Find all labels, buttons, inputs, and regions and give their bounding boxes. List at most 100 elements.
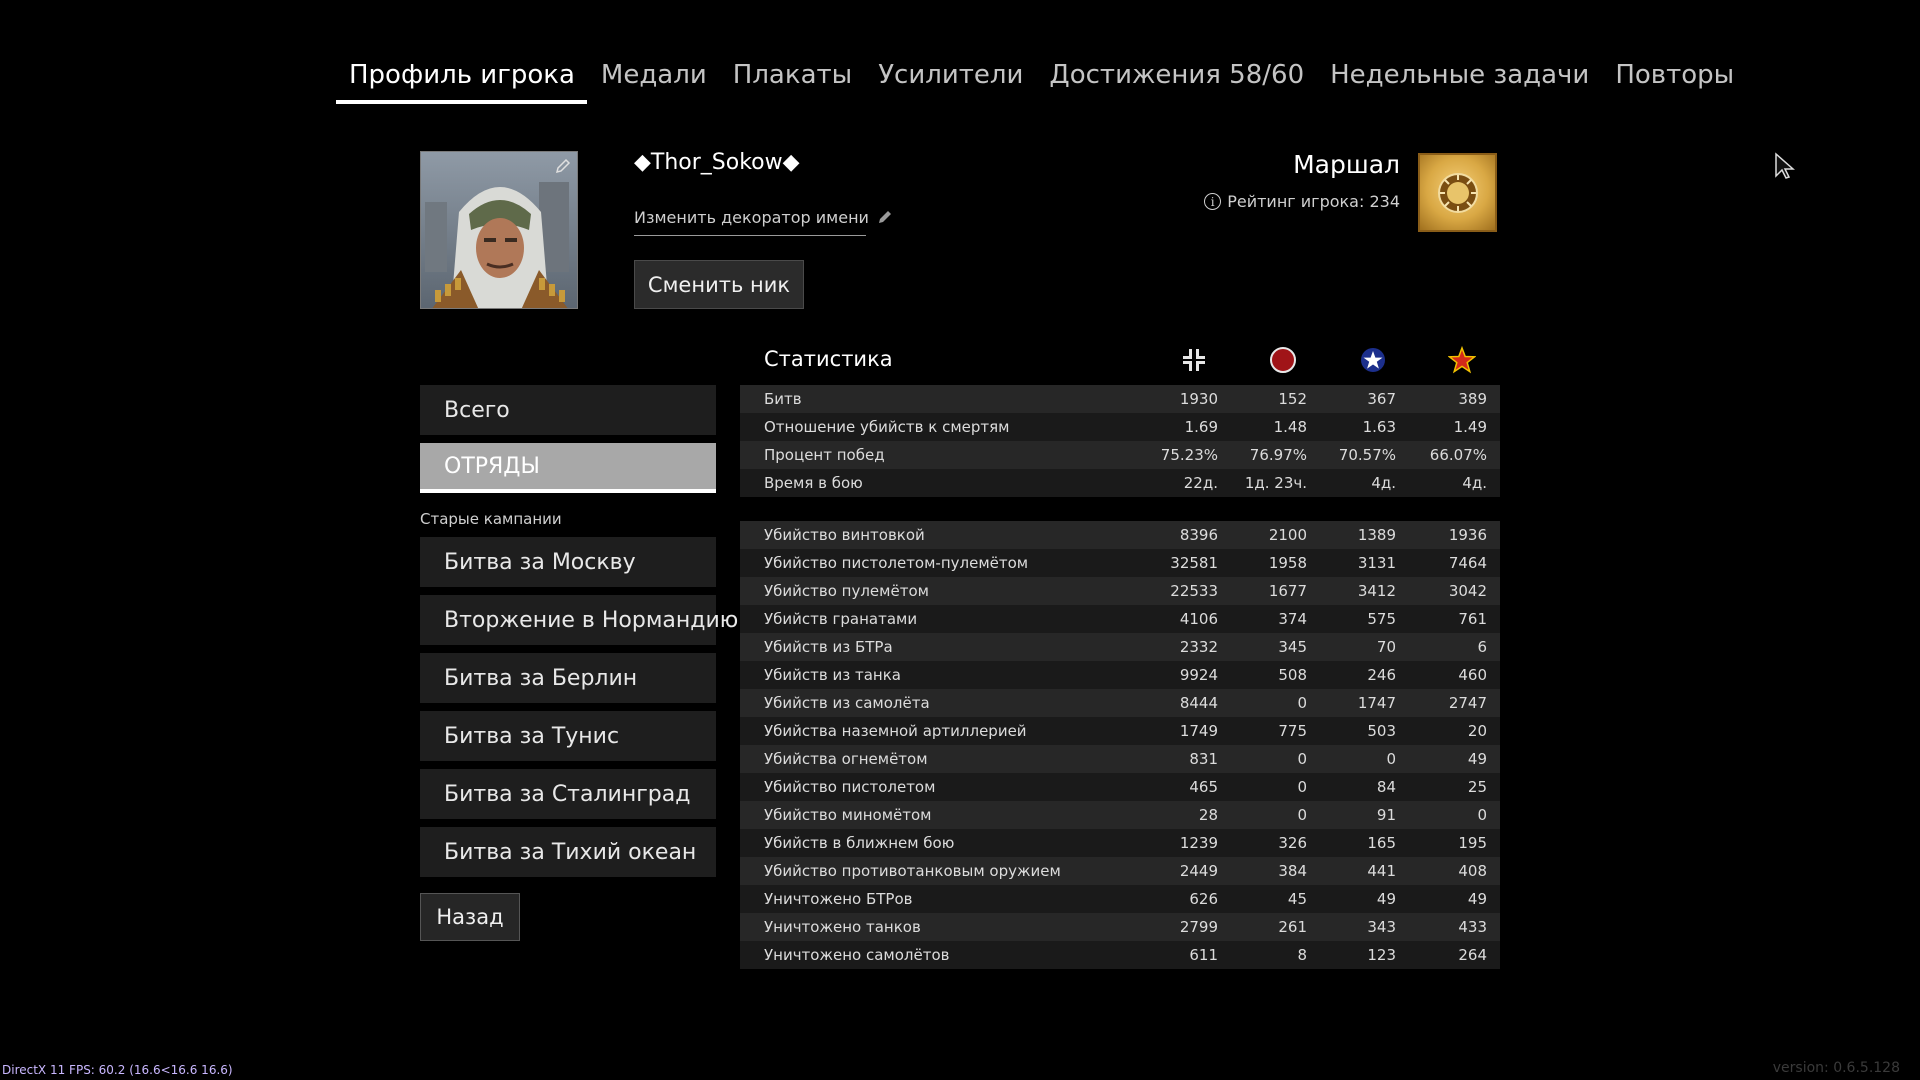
stat-value: 165	[1367, 834, 1396, 852]
change-name-decorator-link[interactable]: Изменить декоратор имени	[634, 208, 891, 236]
stat-value: 0	[1297, 750, 1307, 768]
menu-campaign-berlin[interactable]: Битва за Берлин	[420, 653, 716, 703]
player-rating: i Рейтинг игрока: 234	[1204, 192, 1400, 211]
stat-value: 626	[1189, 890, 1218, 908]
version-label: version: 0.6.5.128	[1772, 1060, 1900, 1076]
stat-value: 6	[1477, 638, 1487, 656]
stat-value: 761	[1458, 610, 1487, 628]
avatar[interactable]	[420, 151, 578, 309]
stat-value: 4д.	[1462, 474, 1487, 492]
stat-value: 0	[1386, 750, 1396, 768]
stat-value: 66.07%	[1429, 446, 1487, 464]
stat-value: 28	[1198, 806, 1218, 824]
stat-value: 503	[1367, 722, 1396, 740]
stat-value: 22д.	[1183, 474, 1218, 492]
stat-value: 261	[1278, 918, 1307, 936]
menu-total[interactable]: Всего	[420, 385, 716, 435]
table-row: Убийства огнемётом 831 0 0 49	[740, 745, 1500, 773]
stat-label: Убийство винтовкой	[764, 526, 925, 544]
stat-value: 25	[1467, 778, 1487, 796]
stat-value: 1239	[1179, 834, 1218, 852]
stat-value: 8444	[1179, 694, 1218, 712]
stat-value: 2747	[1448, 694, 1487, 712]
tab-boosters[interactable]: Усилители	[865, 52, 1035, 104]
stat-value: 3042	[1448, 582, 1487, 600]
general-stats-table: Битв 1930 152 367 389 Отношение убийств …	[740, 385, 1500, 497]
stat-value: 0	[1297, 694, 1307, 712]
stat-value: 7464	[1448, 554, 1487, 572]
stat-value: 460	[1458, 666, 1487, 684]
table-row: Убийств гранатами 4106 374 575 761	[740, 605, 1500, 633]
stat-value: 8396	[1179, 526, 1218, 544]
table-row: Убийств из самолёта 8444 0 1747 2747	[740, 689, 1500, 717]
menu-campaign-pacific[interactable]: Битва за Тихий океан	[420, 827, 716, 877]
menu-campaign-moscow[interactable]: Битва за Москву	[420, 537, 716, 587]
tab-weekly-tasks[interactable]: Недельные задачи	[1317, 52, 1601, 104]
stat-value: 3412	[1357, 582, 1396, 600]
stat-label: Время в бою	[764, 474, 863, 492]
back-button[interactable]: Назад	[420, 893, 520, 941]
stat-value: 70	[1376, 638, 1396, 656]
stat-value: 367	[1367, 390, 1396, 408]
stat-value: 343	[1367, 918, 1396, 936]
kills-stats-table: Убийство винтовкой 8396 2100 1389 1936 У…	[740, 521, 1500, 969]
stat-value: 45	[1287, 890, 1307, 908]
soldier-portrait	[421, 152, 577, 308]
stat-value: 1д. 23ч.	[1244, 474, 1307, 492]
stat-value: 465	[1189, 778, 1218, 796]
stat-label: Убийство пистолетом	[764, 778, 936, 796]
stat-label: Убийство пулемётом	[764, 582, 929, 600]
stat-label: Убийства огнемётом	[764, 750, 928, 768]
table-row: Убийств из танка 9924 508 246 460	[740, 661, 1500, 689]
stat-value: 152	[1278, 390, 1307, 408]
menu-campaign-normandy[interactable]: Вторжение в Нормандию	[420, 595, 738, 645]
rank-name: Маршал	[1293, 150, 1400, 179]
stat-value: 611	[1189, 946, 1218, 964]
stat-label: Битв	[764, 390, 802, 408]
rank-badge-icon[interactable]	[1418, 153, 1497, 232]
tab-replays[interactable]: Повторы	[1602, 52, 1746, 104]
stat-label: Убийств гранатами	[764, 610, 918, 628]
menu-campaign-tunisia[interactable]: Битва за Тунис	[420, 711, 716, 761]
stat-value: 1.63	[1362, 418, 1396, 436]
top-navigation: Профиль игрока Медали Плакаты Усилители …	[336, 52, 1747, 104]
stat-value: 575	[1367, 610, 1396, 628]
stat-label: Уничтожено самолётов	[764, 946, 950, 964]
menu-campaign-stalingrad[interactable]: Битва за Сталинград	[420, 769, 716, 819]
stat-value: 2449	[1179, 862, 1218, 880]
stat-value: 0	[1297, 778, 1307, 796]
stat-value: 123	[1367, 946, 1396, 964]
red-circle-icon	[1270, 347, 1296, 373]
stat-value: 1958	[1268, 554, 1307, 572]
menu-squads[interactable]: ОТРЯДЫ	[420, 443, 716, 493]
stat-label: Убийство миномётом	[764, 806, 932, 824]
table-row: Отношение убийств к смертям 1.69 1.48 1.…	[740, 413, 1500, 441]
tab-player-profile[interactable]: Профиль игрока	[336, 52, 587, 104]
stat-value: 0	[1297, 806, 1307, 824]
stat-value: 1936	[1448, 526, 1487, 544]
info-icon[interactable]: i	[1204, 193, 1222, 210]
stat-value: 20	[1467, 722, 1487, 740]
stat-value: 76.97%	[1249, 446, 1307, 464]
stat-value: 1.69	[1184, 418, 1218, 436]
stat-value: 1389	[1357, 526, 1396, 544]
player-rating-text: Рейтинг игрока: 234	[1227, 192, 1400, 211]
tab-posters[interactable]: Плакаты	[720, 52, 864, 104]
stat-value: 70.57%	[1338, 446, 1396, 464]
pencil-icon[interactable]	[554, 157, 572, 175]
table-row: Убийство противотанковым оружием 2449 38…	[740, 857, 1500, 885]
tab-achievements[interactable]: Достижения 58/60	[1036, 52, 1316, 104]
change-nick-button[interactable]: Сменить ник	[634, 260, 804, 309]
stat-value: 8	[1297, 946, 1307, 964]
tab-medals[interactable]: Медали	[588, 52, 719, 104]
change-name-decorator-label: Изменить декоратор имени	[634, 208, 869, 227]
table-row: Убийства наземной артиллерией 1749 775 5…	[740, 717, 1500, 745]
stat-label: Убийств из БТРа	[764, 638, 893, 656]
table-row: Уничтожено самолётов 611 8 123 264	[740, 941, 1500, 969]
stat-value: 3131	[1357, 554, 1396, 572]
stat-value: 84	[1376, 778, 1396, 796]
table-row: Уничтожено БТРов 626 45 49 49	[740, 885, 1500, 913]
table-row: Убийство пистолетом 465 0 84 25	[740, 773, 1500, 801]
stat-label: Уничтожено БТРов	[764, 890, 913, 908]
stat-value: 441	[1367, 862, 1396, 880]
